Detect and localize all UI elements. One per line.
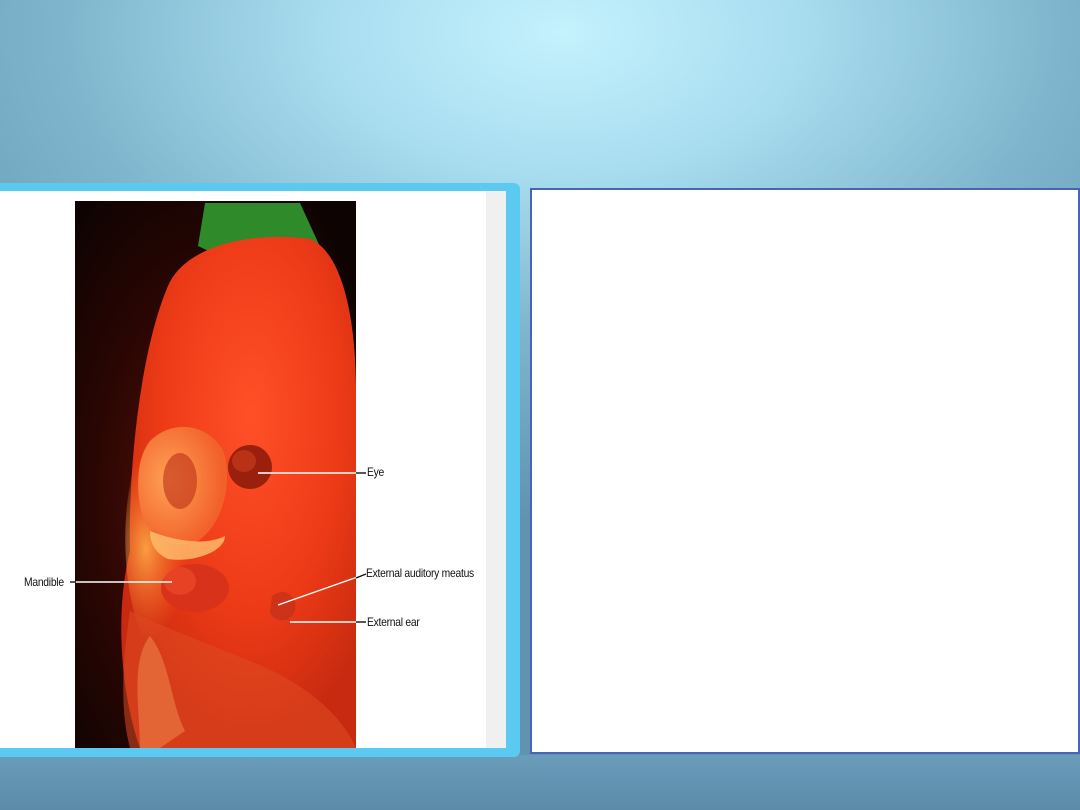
eye-label: Eye <box>367 465 385 479</box>
meatus-pointer-tail <box>355 573 367 579</box>
external-ear-label: External ear <box>367 615 420 629</box>
text-panel <box>530 188 1080 754</box>
slide-bottom-band <box>0 755 1080 810</box>
eye-highlight <box>232 450 256 472</box>
embryo-photo <box>70 201 367 748</box>
mandible-highlight <box>164 567 196 595</box>
figure-canvas: Eye Mandible External auditory meatus Ex… <box>0 191 506 748</box>
figure-frame: Eye Mandible External auditory meatus Ex… <box>0 183 520 757</box>
nasal-pit <box>163 453 197 509</box>
figure-gutter <box>486 191 506 748</box>
external-auditory-meatus-label: External auditory meatus <box>366 566 474 580</box>
mandible-label: Mandible <box>24 575 64 589</box>
ear-shape <box>270 591 296 621</box>
